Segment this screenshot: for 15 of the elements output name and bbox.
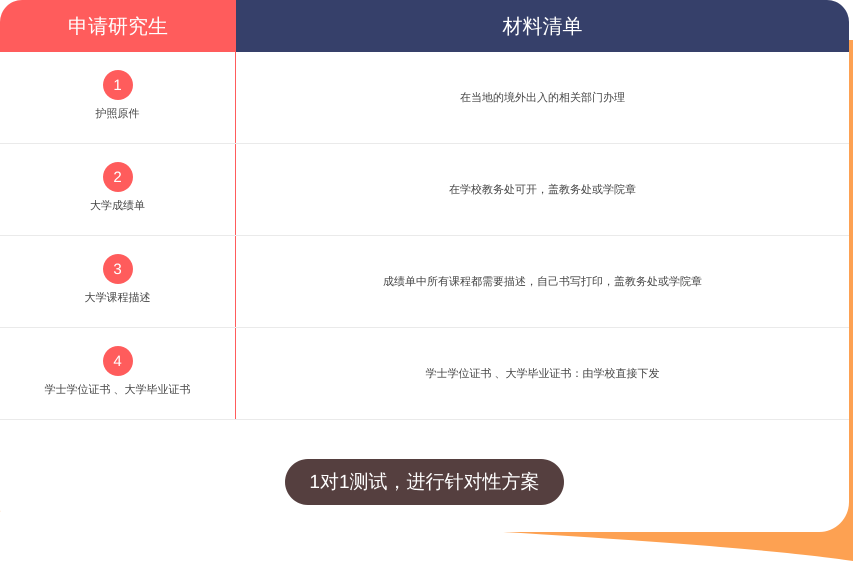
detail-text: 学士学位证书 、大学毕业证书：由学校直接下发 (425, 366, 660, 381)
item-label: 护照原件 (96, 106, 140, 121)
column-header: 申请研究生 (0, 0, 236, 52)
item-label: 大学成绩单 (90, 199, 145, 213)
item-label: 学士学位证书 、大学毕业证书 (44, 383, 191, 397)
detail-text: 在学校教务处可开，盖教务处或学院章 (449, 182, 636, 197)
number-badge: 1 (102, 70, 132, 100)
number-badge: 4 (102, 346, 132, 376)
number-badge: 3 (102, 254, 132, 284)
detail-text: 在当地的境外出入的相关部门办理 (460, 90, 625, 105)
number-badge: 2 (102, 162, 132, 192)
item-label: 大学课程描述 (84, 291, 150, 305)
column-header: 材料清单 (236, 0, 849, 52)
consult-button[interactable]: 1对1测试，进行针对性方案 (285, 459, 564, 505)
detail-text: 成绩单中所有课程都需要描述，自己书写打印，盖教务处或学院章 (383, 274, 702, 289)
